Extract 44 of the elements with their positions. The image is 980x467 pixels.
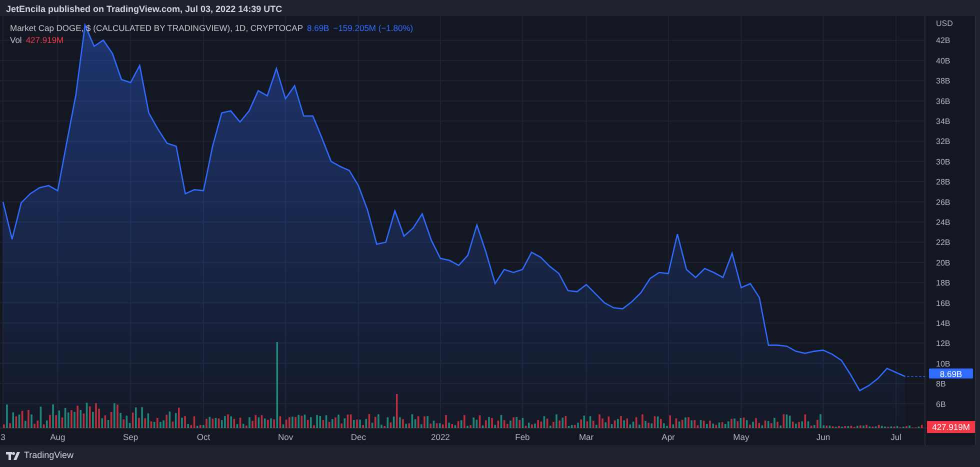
- price-badge: 8.69B: [929, 368, 973, 379]
- price-tick-label: 6B: [936, 400, 946, 409]
- date-tick-label: Jun: [816, 432, 830, 442]
- price-tick-label: 8B: [936, 380, 946, 389]
- price-tick-label: 32B: [936, 137, 950, 146]
- price-tick-label: 36B: [936, 96, 950, 106]
- date-tick-label: Sep: [123, 432, 138, 442]
- date-tick-label: Oct: [196, 432, 210, 442]
- price-tick-label: 20B: [936, 258, 950, 268]
- price-tick-label: 38B: [936, 76, 950, 86]
- date-tick-label: Dec: [350, 432, 366, 442]
- date-tick-label: Aug: [50, 432, 66, 442]
- brand-name: TradingView: [24, 449, 74, 462]
- price-tick-label: 10B: [936, 359, 950, 368]
- date-tick-label: Feb: [515, 432, 530, 442]
- price-tick-label: 16B: [936, 298, 950, 308]
- volume-value: 427.919M: [26, 34, 64, 46]
- logo-icon: [6, 452, 20, 460]
- date-tick-label: Mar: [578, 432, 594, 442]
- volume-label: Vol: [10, 34, 22, 46]
- price-tick-label: 18B: [936, 278, 950, 288]
- date-tick-label: May: [733, 432, 750, 442]
- date-tick-label: 3: [0, 432, 6, 442]
- axis-unit: USD: [936, 19, 953, 28]
- legend-change: −159.205M (−1.80%): [333, 22, 414, 34]
- price-tick-label: 40B: [936, 56, 950, 66]
- price-tick-label: 30B: [936, 157, 950, 166]
- price-tick-label: 24B: [936, 218, 950, 227]
- price-tick-label: 28B: [936, 178, 950, 187]
- volume-badge: 427.919M: [927, 421, 975, 433]
- date-tick-label: Jul: [890, 432, 902, 442]
- last-price-line: [906, 376, 926, 377]
- price-tick-label: 26B: [936, 198, 950, 207]
- date-tick-label: Nov: [278, 432, 294, 442]
- price-tick-label: 42B: [936, 36, 950, 46]
- publisher-caption: JetEncila published on TradingView.com, Jul 03, 2022 14:39 UTC: [6, 4, 282, 14]
- legend-value: 8.69B: [307, 22, 330, 34]
- legend-title: Market Cap DOGE, $ (CALCULATED BY TRADINGVIEW), 1D, CRYPTOCAP: [10, 22, 304, 34]
- price-tick-label: 22B: [936, 238, 950, 248]
- price-tick-label: 12B: [936, 339, 950, 348]
- price-tick-label: 14B: [936, 318, 950, 328]
- price-tick-label: 34B: [936, 117, 950, 126]
- date-tick-label: 2022: [430, 432, 450, 442]
- date-tick-label: Apr: [662, 432, 675, 442]
